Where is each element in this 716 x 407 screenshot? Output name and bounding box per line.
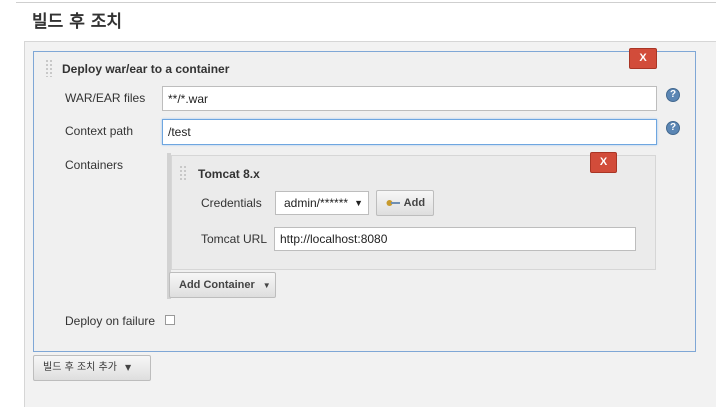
key-icon bbox=[386, 200, 400, 207]
add-container-label: Add Container bbox=[179, 279, 255, 291]
add-credentials-button[interactable]: Add bbox=[376, 190, 434, 216]
containers-label: Containers bbox=[65, 158, 124, 172]
add-container-button[interactable]: Add Container ▼ bbox=[169, 272, 276, 298]
context-path-label: Context path bbox=[65, 124, 134, 138]
credentials-select[interactable]: admin/****** ▼ bbox=[275, 191, 369, 215]
war-files-help-icon[interactable]: ? bbox=[666, 88, 680, 102]
dropdown-caret-icon: ▼ bbox=[354, 198, 363, 208]
deploy-step-title: Deploy war/ear to a container bbox=[62, 62, 230, 76]
add-credentials-label: Add bbox=[403, 197, 426, 209]
add-post-build-action-label: 빌드 후 조치 추가 bbox=[43, 362, 117, 373]
container-drag-handle-grip-icon[interactable] bbox=[180, 166, 187, 181]
dropdown-caret-icon: ▼ bbox=[262, 281, 271, 290]
credentials-label: Credentials bbox=[201, 196, 262, 210]
drag-handle-grip-icon[interactable] bbox=[46, 60, 53, 77]
credentials-selected-value: admin/****** bbox=[284, 196, 349, 210]
add-post-build-action-button[interactable]: 빌드 후 조치 추가 ▼ bbox=[33, 355, 151, 381]
deploy-on-failure-label: Deploy on failure bbox=[65, 314, 156, 328]
tomcat-url-input[interactable] bbox=[274, 227, 636, 251]
context-path-help-icon[interactable]: ? bbox=[666, 121, 680, 135]
tomcat-url-label: Tomcat URL bbox=[201, 232, 268, 246]
context-path-input[interactable] bbox=[162, 119, 657, 145]
section-title: 빌드 후 조치 bbox=[32, 12, 123, 32]
top-divider bbox=[16, 2, 716, 3]
delete-step-button[interactable]: X bbox=[629, 48, 657, 69]
war-files-label: WAR/EAR files bbox=[65, 91, 146, 105]
container-title: Tomcat 8.x bbox=[198, 167, 260, 181]
delete-container-button[interactable]: X bbox=[590, 152, 617, 173]
dropdown-caret-icon: ▼ bbox=[124, 363, 132, 372]
war-files-input[interactable] bbox=[162, 86, 657, 111]
deploy-on-failure-checkbox[interactable] bbox=[165, 315, 175, 325]
